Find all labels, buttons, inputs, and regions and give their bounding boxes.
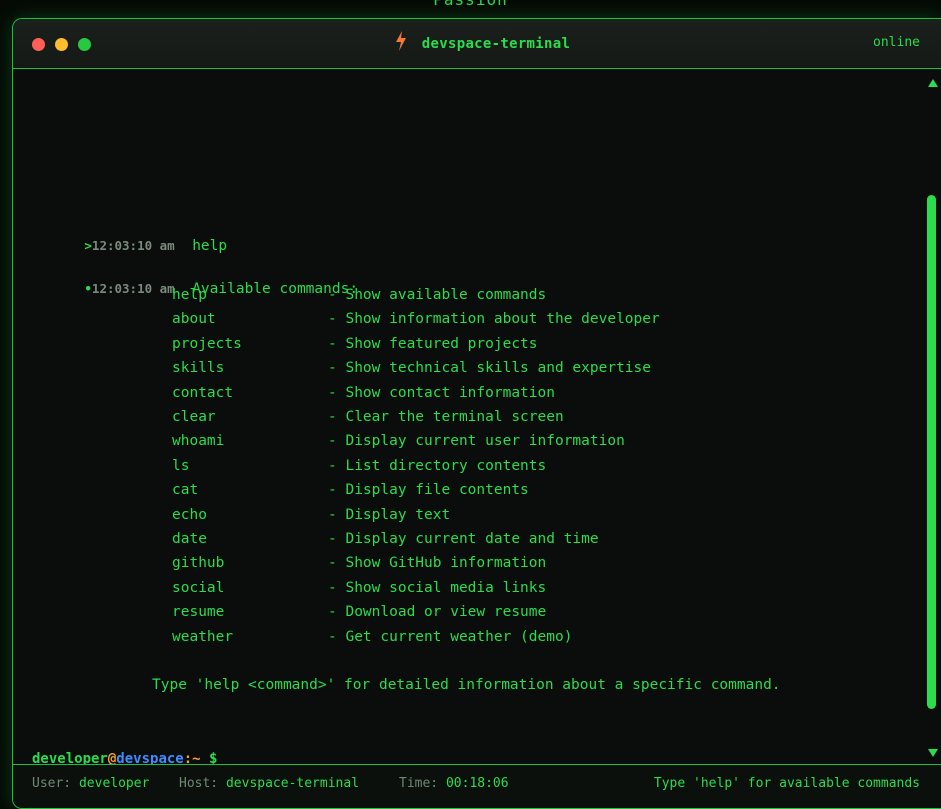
status-time-value: 00:18:06 — [445, 776, 509, 791]
command-description: - Show available commands — [328, 287, 547, 303]
scroll-up-arrow-icon[interactable] — [928, 79, 938, 87]
entry-command-text: help — [192, 238, 228, 254]
status-bar: User: developer Host: devspace-terminal … — [13, 764, 941, 808]
command-name: social — [172, 579, 225, 596]
scroll-down-arrow-icon[interactable] — [928, 749, 938, 757]
status-host: Host: devspace-terminal — [179, 776, 359, 791]
command-description: - Display current user information — [328, 433, 625, 450]
command-description: - Show technical skills and expertise — [328, 360, 652, 377]
command-name: contact — [172, 384, 234, 401]
title-bar: devspace-terminal online — [13, 19, 941, 69]
status-hint: Type 'help' for available commands — [653, 776, 920, 791]
command-description: - Display text — [328, 506, 451, 523]
command-description: - Clear the terminal screen — [328, 409, 564, 425]
output-marker: • — [84, 281, 92, 296]
command-name: skills — [172, 360, 225, 377]
command-name: about — [172, 311, 216, 328]
command-description: - Show contact information — [328, 384, 555, 401]
help-footer-hint: Type 'help <command>' for detailed infor… — [152, 677, 781, 693]
status-time-label: Time: — [399, 776, 439, 791]
command-marker: > — [84, 238, 92, 253]
command-description: - Download or view resume — [328, 604, 547, 621]
command-description: - Show social media links — [328, 579, 547, 596]
command-name: ls — [172, 457, 190, 474]
status-time: Time: 00:18:06 — [399, 776, 509, 791]
command-name: whoami — [172, 433, 225, 450]
command-name: resume — [172, 604, 225, 621]
entry-timestamp: 12:03:10 am — [91, 281, 175, 296]
command-description: - Display file contents — [328, 482, 529, 499]
command-name: github — [172, 555, 225, 572]
scroll-thumb[interactable] — [927, 195, 936, 709]
command-description: - Show information about the developer — [328, 311, 660, 328]
command-description: - Show GitHub information — [328, 555, 547, 572]
status-user-value: developer — [78, 776, 150, 791]
command-name: date — [172, 531, 207, 547]
command-description: - Get current weather (demo) — [328, 628, 573, 645]
command-name: clear — [172, 409, 216, 425]
command-name: echo — [172, 506, 207, 523]
page-caption: Passion — [0, 0, 941, 9]
status-host-label: Host: — [179, 776, 219, 791]
command-description: - List directory contents — [328, 457, 547, 474]
command-name: projects — [172, 335, 242, 352]
lightning-bolt-icon — [395, 31, 406, 51]
command-description: - Show featured projects — [328, 335, 538, 352]
window-title: devspace-terminal — [421, 36, 571, 52]
status-host-value: devspace-terminal — [225, 776, 360, 791]
window-title-group: devspace-terminal — [13, 19, 941, 69]
command-name: weather — [172, 628, 234, 645]
status-user: User: developer — [32, 776, 149, 791]
command-description: - Display current date and time — [328, 531, 599, 547]
terminal-window: devspace-terminal online >12:03:10 am he… — [12, 18, 941, 809]
vertical-scrollbar[interactable] — [925, 73, 941, 765]
command-name: help — [172, 287, 207, 303]
connection-status: online — [873, 35, 920, 50]
terminal-output[interactable]: >12:03:10 am help •12:03:10 am Available… — [13, 70, 941, 767]
command-name: cat — [172, 482, 199, 499]
status-user-label: User: — [32, 776, 72, 791]
entry-timestamp: 12:03:10 am — [91, 238, 175, 253]
